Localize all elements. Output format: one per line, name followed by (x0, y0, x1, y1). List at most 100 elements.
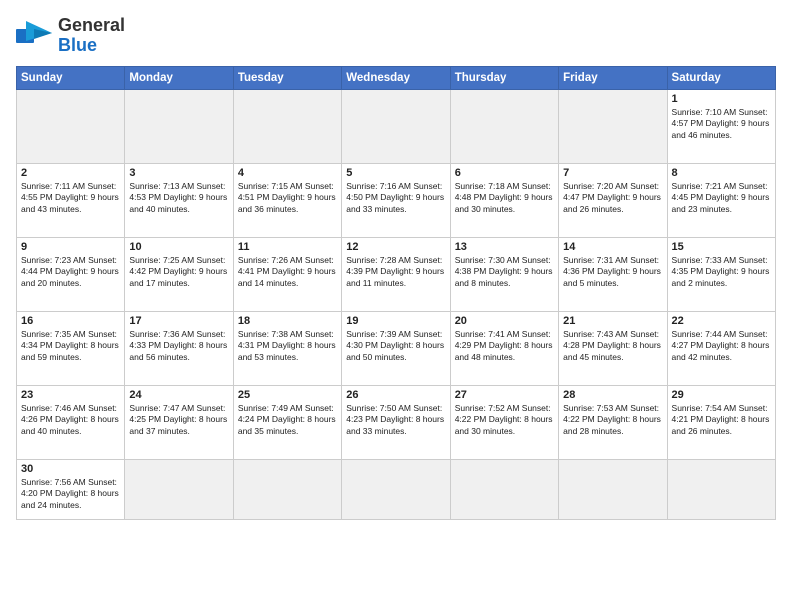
col-header-thursday: Thursday (450, 66, 558, 89)
day-info: Sunrise: 7:41 AM Sunset: 4:29 PM Dayligh… (455, 329, 554, 363)
day-number: 21 (563, 315, 662, 327)
calendar-cell: 10 Sunrise: 7:25 AM Sunset: 4:42 PM Dayli… (125, 237, 233, 311)
calendar-cell: 24Sunrise: 7:47 AM Sunset: 4:25 PM Dayli… (125, 385, 233, 459)
calendar-cell (233, 89, 341, 163)
col-header-friday: Friday (559, 66, 667, 89)
day-info: Sunrise: 7:46 AM Sunset: 4:26 PM Dayligh… (21, 403, 120, 437)
day-info: Sunrise: 7:38 AM Sunset: 4:31 PM Dayligh… (238, 329, 337, 363)
day-number: 19 (346, 315, 445, 327)
day-number: 16 (21, 315, 120, 327)
day-info: Sunrise: 7:26 AM Sunset: 4:41 PM Dayligh… (238, 255, 337, 289)
day-info: Sunrise: 7:49 AM Sunset: 4:24 PM Dayligh… (238, 403, 337, 437)
day-number: 5 (346, 167, 445, 179)
calendar-cell: 7 Sunrise: 7:20 AM Sunset: 4:47 PM Daylig… (559, 163, 667, 237)
day-info: Sunrise: 7:54 AM Sunset: 4:21 PM Dayligh… (672, 403, 771, 437)
calendar-cell: 11 Sunrise: 7:26 AM Sunset: 4:41 PM Dayli… (233, 237, 341, 311)
day-info: Sunrise: 7:36 AM Sunset: 4:33 PM Dayligh… (129, 329, 228, 363)
col-header-wednesday: Wednesday (342, 66, 450, 89)
day-info: Sunrise: 7:43 AM Sunset: 4:28 PM Dayligh… (563, 329, 662, 363)
calendar-cell: 9 Sunrise: 7:23 AM Sunset: 4:44 PM Daylig… (17, 237, 125, 311)
col-header-monday: Monday (125, 66, 233, 89)
day-info: Sunrise: 7:44 AM Sunset: 4:27 PM Dayligh… (672, 329, 771, 363)
calendar-cell (450, 89, 558, 163)
calendar-cell: 22 Sunrise: 7:44 AM Sunset: 4:27 PM Dayli… (667, 311, 775, 385)
day-number: 10 (129, 241, 228, 253)
calendar-cell: 26 Sunrise: 7:50 AM Sunset: 4:23 PM Dayli… (342, 385, 450, 459)
calendar-cell: 16 Sunrise: 7:35 AM Sunset: 4:34 PM Dayli… (17, 311, 125, 385)
day-info: Sunrise: 7:50 AM Sunset: 4:23 PM Dayligh… (346, 403, 445, 437)
day-info: Sunrise: 7:10 AM Sunset: 4:57 PM Dayligh… (672, 107, 771, 141)
day-number: 20 (455, 315, 554, 327)
calendar-cell: 2Sunrise: 7:11 AM Sunset: 4:55 PM Daylig… (17, 163, 125, 237)
calendar-cell: 28 Sunrise: 7:53 AM Sunset: 4:22 PM Dayli… (559, 385, 667, 459)
day-number: 14 (563, 241, 662, 253)
day-info: Sunrise: 7:30 AM Sunset: 4:38 PM Dayligh… (455, 255, 554, 289)
calendar-cell: 21 Sunrise: 7:43 AM Sunset: 4:28 PM Dayli… (559, 311, 667, 385)
day-info: Sunrise: 7:56 AM Sunset: 4:20 PM Dayligh… (21, 477, 120, 511)
day-number: 26 (346, 389, 445, 401)
calendar-cell: 15Sunrise: 7:33 AM Sunset: 4:35 PM Dayli… (667, 237, 775, 311)
calendar-cell: 3 Sunrise: 7:13 AM Sunset: 4:53 PM Daylig… (125, 163, 233, 237)
day-info: Sunrise: 7:39 AM Sunset: 4:30 PM Dayligh… (346, 329, 445, 363)
day-number: 22 (672, 315, 771, 327)
day-info: Sunrise: 7:25 AM Sunset: 4:42 PM Dayligh… (129, 255, 228, 289)
calendar-cell: 17 Sunrise: 7:36 AM Sunset: 4:33 PM Dayli… (125, 311, 233, 385)
calendar-cell: 20 Sunrise: 7:41 AM Sunset: 4:29 PM Dayli… (450, 311, 558, 385)
day-number: 18 (238, 315, 337, 327)
day-number: 27 (455, 389, 554, 401)
calendar-cell: 29Sunrise: 7:54 AM Sunset: 4:21 PM Dayli… (667, 385, 775, 459)
day-info: Sunrise: 7:53 AM Sunset: 4:22 PM Dayligh… (563, 403, 662, 437)
calendar-cell (450, 459, 558, 519)
calendar-cell: 18 Sunrise: 7:38 AM Sunset: 4:31 PM Dayli… (233, 311, 341, 385)
calendar-cell: 19 Sunrise: 7:39 AM Sunset: 4:30 PM Dayli… (342, 311, 450, 385)
day-info: Sunrise: 7:21 AM Sunset: 4:45 PM Dayligh… (672, 181, 771, 215)
day-number: 6 (455, 167, 554, 179)
calendar-cell: 1 Sunrise: 7:10 AM Sunset: 4:57 PM Daylig… (667, 89, 775, 163)
day-number: 7 (563, 167, 662, 179)
logo: General Blue (16, 16, 125, 56)
day-number: 23 (21, 389, 120, 401)
day-number: 3 (129, 167, 228, 179)
col-header-tuesday: Tuesday (233, 66, 341, 89)
day-info: Sunrise: 7:52 AM Sunset: 4:22 PM Dayligh… (455, 403, 554, 437)
calendar-cell: 14 Sunrise: 7:31 AM Sunset: 4:36 PM Dayli… (559, 237, 667, 311)
day-number: 8 (672, 167, 771, 179)
page: General Blue SundayMondayTuesdayWednesda… (0, 0, 792, 612)
calendar-cell: 13 Sunrise: 7:30 AM Sunset: 4:38 PM Dayli… (450, 237, 558, 311)
day-number: 1 (672, 93, 771, 105)
day-info: Sunrise: 7:18 AM Sunset: 4:48 PM Dayligh… (455, 181, 554, 215)
day-number: 30 (21, 463, 120, 475)
day-number: 9 (21, 241, 120, 253)
day-number: 28 (563, 389, 662, 401)
day-info: Sunrise: 7:31 AM Sunset: 4:36 PM Dayligh… (563, 255, 662, 289)
day-number: 25 (238, 389, 337, 401)
calendar-cell (342, 459, 450, 519)
col-header-saturday: Saturday (667, 66, 775, 89)
calendar-header-row: SundayMondayTuesdayWednesdayThursdayFrid… (17, 66, 776, 89)
logo-blue: Blue (58, 35, 97, 55)
day-info: Sunrise: 7:11 AM Sunset: 4:55 PM Dayligh… (21, 181, 120, 215)
calendar-cell (559, 89, 667, 163)
calendar-cell: 23 Sunrise: 7:46 AM Sunset: 4:26 PM Dayli… (17, 385, 125, 459)
calendar-cell (559, 459, 667, 519)
day-info: Sunrise: 7:35 AM Sunset: 4:34 PM Dayligh… (21, 329, 120, 363)
calendar-cell (125, 459, 233, 519)
day-number: 13 (455, 241, 554, 253)
col-header-sunday: Sunday (17, 66, 125, 89)
header: General Blue (16, 16, 776, 56)
day-info: Sunrise: 7:47 AM Sunset: 4:25 PM Dayligh… (129, 403, 228, 437)
logo-general: General (58, 15, 125, 35)
day-info: Sunrise: 7:23 AM Sunset: 4:44 PM Dayligh… (21, 255, 120, 289)
calendar-cell: 8 Sunrise: 7:21 AM Sunset: 4:45 PM Daylig… (667, 163, 775, 237)
calendar-cell: 25 Sunrise: 7:49 AM Sunset: 4:24 PM Dayli… (233, 385, 341, 459)
day-info: Sunrise: 7:13 AM Sunset: 4:53 PM Dayligh… (129, 181, 228, 215)
calendar: SundayMondayTuesdayWednesdayThursdayFrid… (16, 66, 776, 520)
day-number: 4 (238, 167, 337, 179)
calendar-cell: 5Sunrise: 7:16 AM Sunset: 4:50 PM Daylig… (342, 163, 450, 237)
day-number: 11 (238, 241, 337, 253)
day-info: Sunrise: 7:20 AM Sunset: 4:47 PM Dayligh… (563, 181, 662, 215)
calendar-cell (233, 459, 341, 519)
logo-icon (16, 21, 52, 51)
day-number: 17 (129, 315, 228, 327)
day-info: Sunrise: 7:33 AM Sunset: 4:35 PM Dayligh… (672, 255, 771, 289)
